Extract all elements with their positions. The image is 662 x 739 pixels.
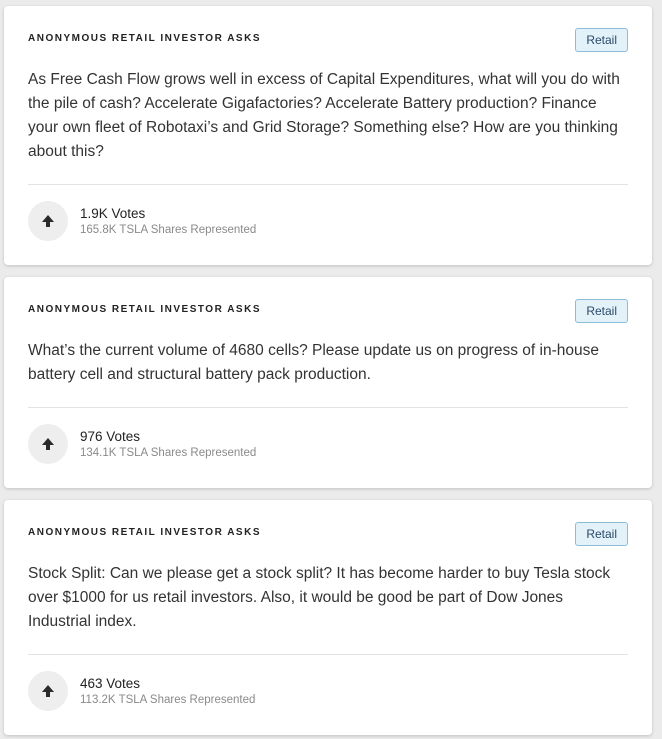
vote-row: 976 Votes 134.1K TSLA Shares Represented xyxy=(28,424,256,464)
vote-info: 463 Votes 113.2K TSLA Shares Represented xyxy=(80,675,255,708)
question-text: What’s the current volume of 4680 cells?… xyxy=(28,342,599,383)
upvote-button[interactable] xyxy=(28,424,68,464)
retail-badge[interactable]: Retail xyxy=(575,522,628,546)
vote-info: 976 Votes 134.1K TSLA Shares Represented xyxy=(80,428,256,461)
arrow-up-icon xyxy=(42,685,54,697)
vote-count: 1.9K Votes xyxy=(80,205,146,221)
shares-represented: 165.8K TSLA Shares Represented xyxy=(80,223,257,236)
asker-label: ANONYMOUS RETAIL INVESTOR ASKS xyxy=(28,304,261,315)
question-text: As Free Cash Flow grows well in excess o… xyxy=(28,71,620,160)
question-text: Stock Split: Can we please get a stock s… xyxy=(28,565,611,630)
divider xyxy=(28,654,628,655)
vote-info: 1.9K Votes 165.8K TSLA Shares Represente… xyxy=(80,205,256,238)
shares-represented: 134.1K TSLA Shares Represented xyxy=(80,446,257,459)
vote-count: 463 Votes xyxy=(80,675,141,691)
vote-count: 976 Votes xyxy=(80,428,141,444)
vote-row: 1.9K Votes 165.8K TSLA Shares Represente… xyxy=(28,201,256,241)
asker-label: ANONYMOUS RETAIL INVESTOR ASKS xyxy=(28,527,261,538)
asker-label: ANONYMOUS RETAIL INVESTOR ASKS xyxy=(28,33,261,44)
question-card: ANONYMOUS RETAIL INVESTOR ASKS Retail St… xyxy=(4,500,652,735)
arrow-up-icon xyxy=(42,438,54,450)
question-card: ANONYMOUS RETAIL INVESTOR ASKS Retail As… xyxy=(4,6,652,265)
upvote-button[interactable] xyxy=(28,671,68,711)
divider xyxy=(28,407,628,408)
upvote-button[interactable] xyxy=(28,201,68,241)
question-card: ANONYMOUS RETAIL INVESTOR ASKS Retail Wh… xyxy=(4,277,652,488)
vote-row: 463 Votes 113.2K TSLA Shares Represented xyxy=(28,671,255,711)
shares-represented: 113.2K TSLA Shares Represented xyxy=(80,693,256,706)
retail-badge[interactable]: Retail xyxy=(575,299,628,323)
retail-badge[interactable]: Retail xyxy=(575,28,628,52)
divider xyxy=(28,184,628,185)
arrow-up-icon xyxy=(42,215,54,227)
question-feed: ANONYMOUS RETAIL INVESTOR ASKS Retail As… xyxy=(0,0,662,739)
